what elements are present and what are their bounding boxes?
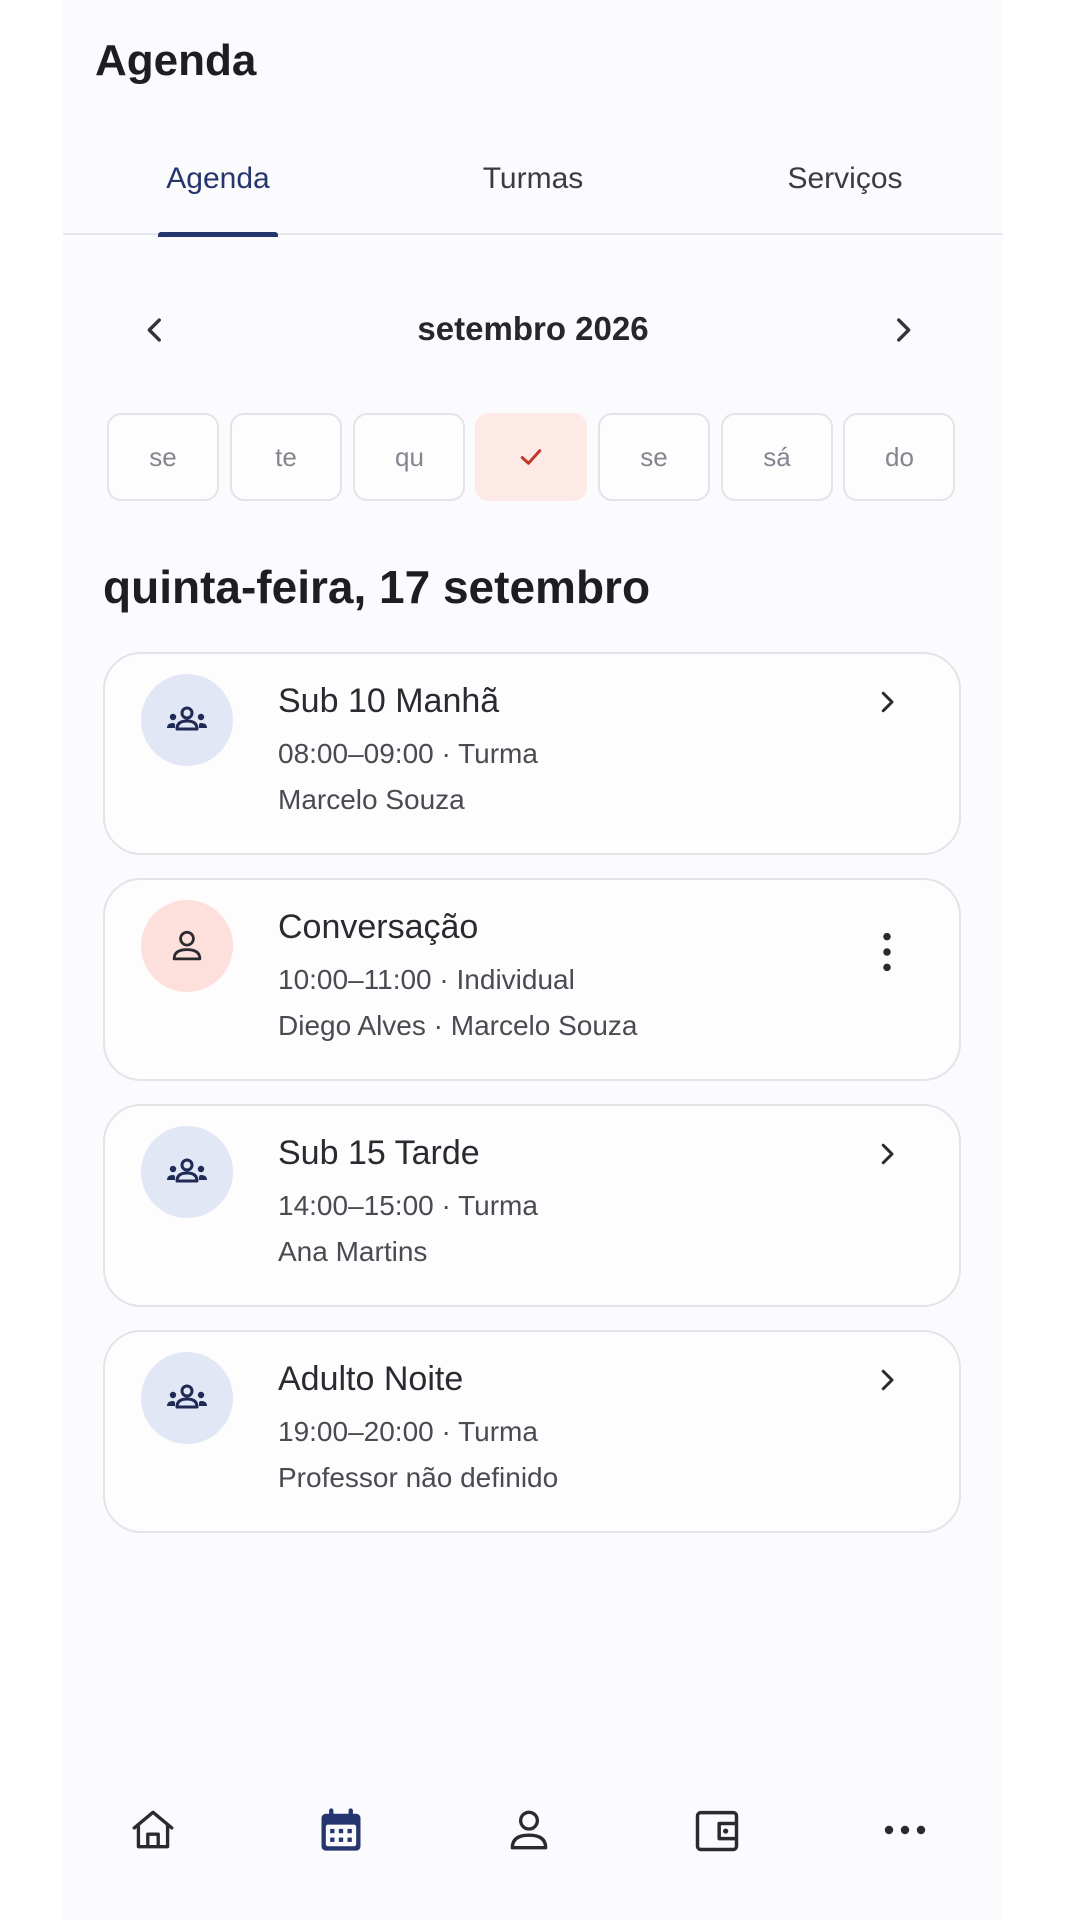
app-screen: Agenda Agenda Turmas Serviços setembro 2… (63, 0, 1003, 1920)
chevron-right-icon (881, 691, 894, 713)
day-chip-wed[interactable]: qu (353, 413, 465, 501)
day-chip-fri[interactable]: se (598, 413, 710, 501)
group-avatar (141, 1352, 233, 1444)
session-card-adulto-noite[interactable]: Adulto Noite 19:00–20:00 · Turma Profess… (103, 1330, 961, 1533)
day-chip-label: te (275, 441, 297, 472)
session-teacher: Ana Martins (278, 1236, 428, 1267)
bottom-navigation (63, 1790, 1003, 1880)
session-title: Sub 15 Tarde (278, 1134, 480, 1172)
session-time-type: 08:00–09:00 · Turma (278, 738, 538, 769)
tab-turmas[interactable]: Turmas (463, 162, 603, 235)
nav-more[interactable] (865, 1790, 945, 1870)
day-chip-label: se (149, 441, 177, 472)
nav-people[interactable] (489, 1790, 569, 1870)
group-icon (167, 706, 207, 731)
selected-day-heading: quinta-feira, 17 setembro (103, 561, 651, 613)
wallet-icon (695, 1810, 739, 1852)
chevron-right-icon (881, 1143, 894, 1165)
session-title: Conversação (278, 908, 479, 946)
tab-bar: Agenda Turmas Serviços (63, 150, 1003, 237)
group-icon (167, 1158, 207, 1183)
calendar-icon (321, 1808, 361, 1851)
day-chip-label: se (640, 441, 668, 472)
nav-home[interactable] (113, 1790, 193, 1870)
session-card-sub10[interactable]: Sub 10 Manhã 08:00–09:00 · Turma Marcelo… (103, 652, 961, 855)
group-avatar (141, 1126, 233, 1218)
day-chip-mon[interactable]: se (107, 413, 219, 501)
session-options-button[interactable] (865, 930, 909, 974)
day-chip-sun[interactable]: do (843, 413, 955, 501)
tab-servicos[interactable]: Serviços (775, 162, 915, 235)
session-card-sub15[interactable]: Sub 15 Tarde 14:00–15:00 · Turma Ana Mar… (103, 1104, 961, 1307)
nav-agenda[interactable] (301, 1790, 381, 1870)
person-avatar (141, 900, 233, 992)
tab-agenda[interactable]: Agenda (158, 162, 278, 237)
home-icon (132, 1810, 174, 1849)
person-icon (172, 930, 202, 961)
session-time-type: 14:00–15:00 · Turma (278, 1190, 538, 1221)
day-chip-tue[interactable]: te (230, 413, 342, 501)
session-title: Adulto Noite (278, 1360, 464, 1398)
day-chip-label: sá (763, 441, 791, 472)
page-title: Agenda (95, 36, 257, 85)
more-horizontal-icon (884, 1825, 926, 1835)
session-time-type: 10:00–11:00 · Individual (278, 964, 575, 995)
month-navigator: setembro 2026 (63, 300, 1003, 360)
session-time-type: 19:00–20:00 · Turma (278, 1416, 538, 1447)
month-label: setembro 2026 (417, 310, 649, 347)
session-card-conversacao[interactable]: Conversação 10:00–11:00 · Individual Die… (103, 878, 961, 1081)
day-chip-sat[interactable]: sá (721, 413, 833, 501)
chevron-right-icon (897, 318, 911, 342)
open-session-button[interactable] (865, 1132, 909, 1176)
person-icon (510, 1810, 548, 1850)
tab-active-indicator (158, 232, 278, 237)
week-day-strip: se te qu se sá do (107, 413, 959, 501)
day-chip-label: do (885, 441, 913, 472)
session-participants: Diego Alves · Marcelo Souza (278, 1010, 638, 1041)
more-vertical-icon (883, 932, 891, 972)
open-session-button[interactable] (865, 1358, 909, 1402)
tab-agenda-label: Agenda (166, 162, 270, 195)
next-month-button[interactable] (873, 300, 933, 360)
tab-servicos-label: Serviços (787, 162, 903, 195)
session-teacher: Professor não definido (278, 1462, 559, 1493)
nav-finance[interactable] (677, 1790, 757, 1870)
open-session-button[interactable] (865, 680, 909, 724)
check-icon (520, 449, 542, 465)
tab-turmas-label: Turmas (482, 162, 584, 195)
chevron-right-icon (881, 1369, 894, 1391)
day-chip-thu-selected[interactable] (475, 413, 587, 501)
day-chip-label: qu (395, 441, 423, 472)
group-avatar (141, 674, 233, 766)
group-icon (167, 1384, 207, 1409)
session-teacher: Marcelo Souza (278, 784, 465, 815)
session-title: Sub 10 Manhã (278, 682, 500, 720)
